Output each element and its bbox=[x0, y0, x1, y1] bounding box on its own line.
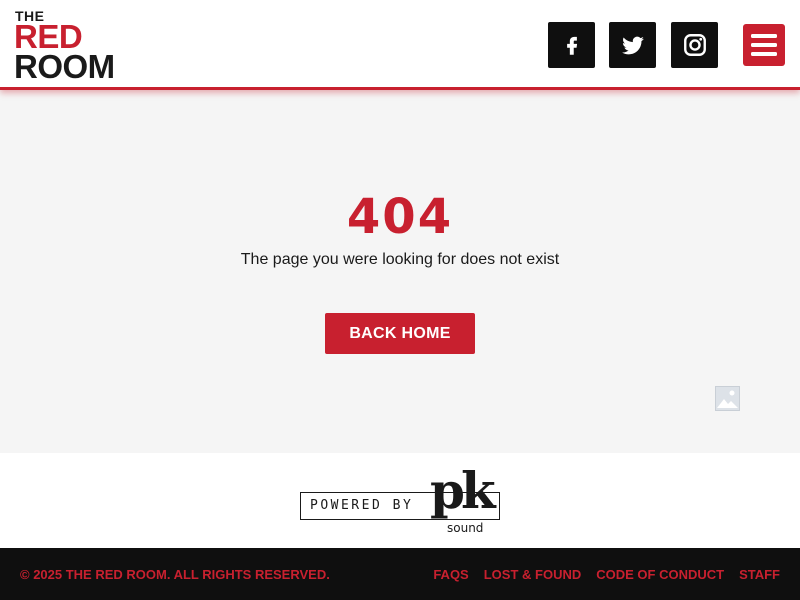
error-code: 404 bbox=[346, 189, 454, 245]
pk-logo-subtext: sound bbox=[447, 521, 484, 535]
facebook-link[interactable] bbox=[548, 22, 595, 68]
instagram-icon bbox=[683, 34, 706, 56]
copyright-text: © 2025 THE RED ROOM. ALL RIGHTS RESERVED… bbox=[20, 567, 330, 582]
instagram-link[interactable] bbox=[671, 22, 718, 68]
footer-link-faqs[interactable]: FAQS bbox=[433, 567, 468, 583]
footer-link-code-of-conduct[interactable]: CODE OF CONDUCT bbox=[596, 567, 724, 583]
footer-nav: FAQS LOST & FOUND CODE OF CONDUCT STAFF bbox=[433, 567, 780, 583]
hamburger-menu-icon bbox=[751, 34, 777, 56]
twitter-icon bbox=[621, 36, 644, 55]
footer-link-lost-found[interactable]: LOST & FOUND bbox=[484, 567, 582, 583]
facebook-icon bbox=[566, 36, 577, 55]
powered-by-label: POWERED BY bbox=[310, 498, 414, 513]
site-footer: © 2025 THE RED ROOM. ALL RIGHTS RESERVED… bbox=[0, 548, 800, 600]
error-content: 404 The page you were looking for does n… bbox=[0, 93, 800, 453]
footer-link-staff[interactable]: STAFF bbox=[739, 567, 780, 583]
pk-sound-logo[interactable]: pk sound bbox=[428, 461, 496, 539]
error-message: The page you were looking for does not e… bbox=[240, 251, 560, 268]
pk-logo-letters: pk bbox=[430, 461, 496, 520]
logo-line-room: ROOM bbox=[14, 48, 115, 85]
twitter-link[interactable] bbox=[609, 22, 656, 68]
broken-image-icon bbox=[715, 386, 740, 411]
back-home-button[interactable]: BACK HOME bbox=[325, 313, 475, 354]
menu-toggle-button[interactable] bbox=[743, 24, 785, 66]
site-header: THE RED ROOM bbox=[0, 0, 800, 90]
site-logo[interactable]: THE RED ROOM bbox=[14, 9, 155, 85]
powered-by-section: POWERED BY pk sound bbox=[0, 453, 800, 548]
